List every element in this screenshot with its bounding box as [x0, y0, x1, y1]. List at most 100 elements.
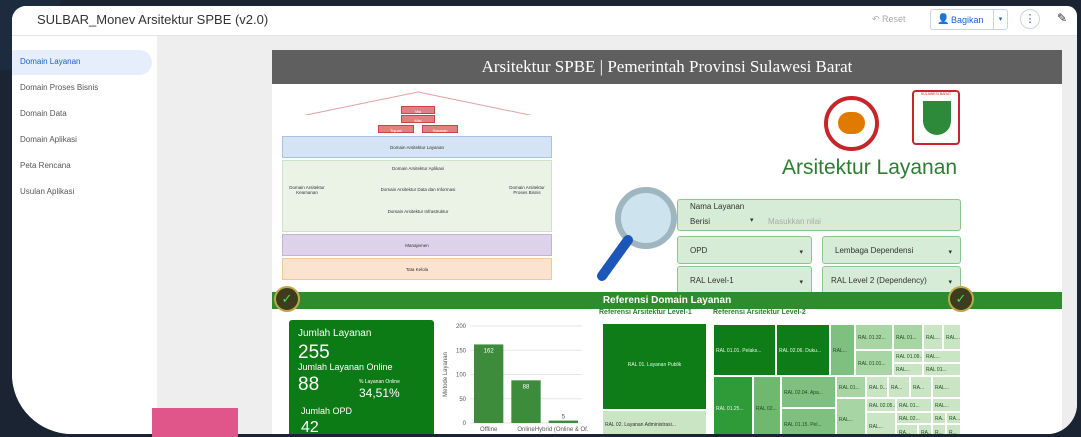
ref1-item-administrasi[interactable]: RAL 02. Layanan Administrasi... [602, 410, 707, 434]
ref2-item[interactable]: RAL... [932, 376, 961, 398]
architecture-pyramid: Visi Misi Tujuan Sasaran Domain Arsitekt… [282, 90, 554, 290]
sidebar-item-usulan-aplikasi[interactable]: Usulan Aplikasi [12, 180, 157, 205]
bar [474, 344, 504, 423]
check-badge-right-icon: ✓ [948, 286, 974, 312]
edit-icon[interactable]: ✎ [1057, 11, 1067, 25]
ref2-item[interactable]: RAL 01.15. Pel... [781, 408, 836, 434]
ref2-item[interactable]: RAL 01.32... [855, 324, 893, 350]
ref2-item[interactable]: R... [932, 424, 946, 434]
operator-dropdown-icon[interactable]: ▾ [750, 216, 754, 224]
pyramid-layanan: Domain Arsitektur Layanan [282, 136, 552, 158]
ref2-item[interactable]: RAL... [923, 324, 943, 350]
ref2-item[interactable]: RAL 01... [923, 363, 961, 376]
ref2-item[interactable]: RA... [888, 376, 910, 398]
pyramid-infrastruktur: Domain Arsitektur Infrastruktur [387, 209, 449, 214]
ref2-item[interactable]: RAL... [893, 363, 923, 376]
jumlah-layanan-value: 255 [298, 342, 330, 363]
x-tick-label: Hybrid (Online & Of... [535, 427, 589, 433]
opd-filter[interactable]: OPD ▾ [677, 236, 812, 264]
sidebar: Domain Layanan Domain Proses Bisnis Doma… [12, 36, 157, 434]
ref2-item[interactable]: RAL 01.01. Pelaks... [713, 324, 776, 376]
pyramid-tata-kelola: Tata Kelola [282, 258, 552, 280]
opd-label: OPD [690, 246, 708, 255]
ref2-item[interactable]: RAL 01... [896, 398, 932, 412]
pyramid-aplikasi: Domain Arsitektur Aplikasi [391, 166, 445, 171]
ref2-item[interactable]: RAL... [866, 412, 896, 434]
ref2-item[interactable]: RA... [932, 412, 946, 424]
ref2-item[interactable]: RAL 01.25... [713, 376, 753, 434]
ref2-item[interactable]: RAL 02.04. Apa... [781, 376, 836, 408]
online-label: Jumlah Layanan Online [298, 362, 393, 372]
pyramid-proses-bisnis: Domain Arsitektur Proses Bisnis [509, 185, 545, 195]
pink-overlay [152, 408, 238, 437]
section-title: Referensi Domain Layanan [272, 292, 1062, 309]
sidebar-item-domain-proses-bisnis[interactable]: Domain Proses Bisnis [12, 76, 157, 101]
bar-value-label: 88 [523, 384, 530, 390]
ref2-item[interactable]: RAL 01.09... [893, 350, 923, 363]
ral1-label: RAL Level-1 [690, 276, 734, 285]
x-tick-label: Offline [480, 427, 498, 433]
app-title: SULBAR_Monev Arsitektur SPBE (v2.0) [37, 12, 269, 27]
y-tick-label: 150 [456, 348, 467, 354]
ral2-filter[interactable]: RAL Level 2 (Dependency) ▾ [822, 266, 961, 294]
report-canvas: Arsitektur SPBE | Pemerintah Provinsi Su… [157, 36, 1077, 434]
pyramid-data: Domain Arsitektur Data dan Informasi [380, 187, 456, 192]
reset-label: Reset [882, 14, 906, 24]
reset-button[interactable]: ↶ Reset [872, 14, 906, 25]
sidebar-item-domain-data[interactable]: Domain Data [12, 102, 157, 127]
ral1-dropdown-icon: ▾ [799, 279, 803, 286]
ref2-item[interactable]: RAL 01... [893, 324, 923, 350]
ref1-item-publik[interactable]: RAL 01. Layanan Publik [602, 323, 707, 410]
ref2-item[interactable]: RAL 02.05... [866, 398, 896, 412]
pyramid-middle: Domain Arsitektur Aplikasi Domain Arsite… [282, 160, 552, 232]
x-tick-label: Online [517, 427, 535, 433]
ref2-item[interactable]: RAL... [923, 350, 961, 363]
ref1-title: Referensi Arsitektur Level-1 [599, 309, 692, 316]
share-dropdown-icon[interactable]: ▾ [993, 10, 1007, 29]
ref2-item[interactable]: RA... [918, 424, 932, 434]
browser-frame: SULBAR_Monev Arsitektur SPBE (v2.0) ↶ Re… [12, 6, 1077, 434]
add-person-icon: 👤 [937, 14, 950, 25]
share-button[interactable]: 👤 Bagikan ▾ [930, 9, 1008, 30]
ref2-item[interactable]: RAL... [943, 324, 961, 350]
pct-label: % Layanan Online [359, 379, 400, 385]
sulbar-logo-text: SULAWESI BARAT [920, 92, 952, 96]
pyramid-visi: Visi [401, 106, 435, 114]
spbe-logo [824, 96, 879, 151]
ref2-item[interactable]: RAL 0... [866, 376, 888, 398]
bar-value-label: 5 [562, 415, 566, 421]
nama-layanan-operator[interactable]: Berisi [690, 217, 710, 226]
ref2-item[interactable]: RA... [896, 424, 918, 434]
ref2-item[interactable]: RAL 01... [836, 376, 866, 398]
ref2-item[interactable]: RAL 02... [896, 412, 932, 424]
ral2-label: RAL Level 2 (Dependency) [831, 276, 927, 285]
opd-dropdown-icon: ▾ [799, 249, 803, 256]
ref2-item[interactable]: RAL... [836, 398, 866, 434]
ref2-item[interactable]: RA... [946, 412, 961, 424]
ref2-item[interactable]: RAL 02... [753, 376, 781, 434]
sidebar-item-domain-layanan[interactable]: Domain Layanan [12, 50, 152, 75]
ref2-item[interactable]: RAL... [932, 398, 961, 412]
ref2-item[interactable]: RA... [910, 376, 932, 398]
lembaga-filter[interactable]: Lembaga Dependensi ▾ [822, 236, 961, 264]
sulbar-shield [923, 101, 951, 135]
ref2-title: Referensi Arsitektur Level-2 [713, 309, 806, 316]
pyramid-manajemen: Manajemen [282, 234, 552, 256]
report-header: Arsitektur SPBE | Pemerintah Provinsi Su… [272, 50, 1062, 84]
bar-value-label: 162 [484, 348, 495, 354]
ref2-item[interactable]: R... [946, 424, 961, 434]
ref2-item[interactable]: RAL 02.06. Duku... [776, 324, 830, 376]
sulbar-logo: SULAWESI BARAT [912, 90, 960, 145]
ref2-item[interactable]: RAL... [830, 324, 855, 376]
y-axis-label: Metode Layanan [443, 352, 449, 397]
report-page: Arsitektur SPBE | Pemerintah Provinsi Su… [272, 50, 1062, 434]
nama-layanan-input[interactable]: Masukkan nilai [768, 217, 821, 226]
y-tick-label: 100 [456, 373, 467, 379]
more-options-icon[interactable]: ⋮ [1020, 9, 1040, 29]
sidebar-item-peta-rencana[interactable]: Peta Rencana [12, 154, 157, 179]
y-tick-label: 50 [459, 397, 466, 403]
sidebar-item-domain-aplikasi[interactable]: Domain Aplikasi [12, 128, 157, 153]
pyramid-misi: Misi [401, 115, 435, 123]
ref2-item[interactable]: RAL 01.01... [855, 350, 893, 376]
ral1-filter[interactable]: RAL Level-1 ▾ [677, 266, 812, 294]
